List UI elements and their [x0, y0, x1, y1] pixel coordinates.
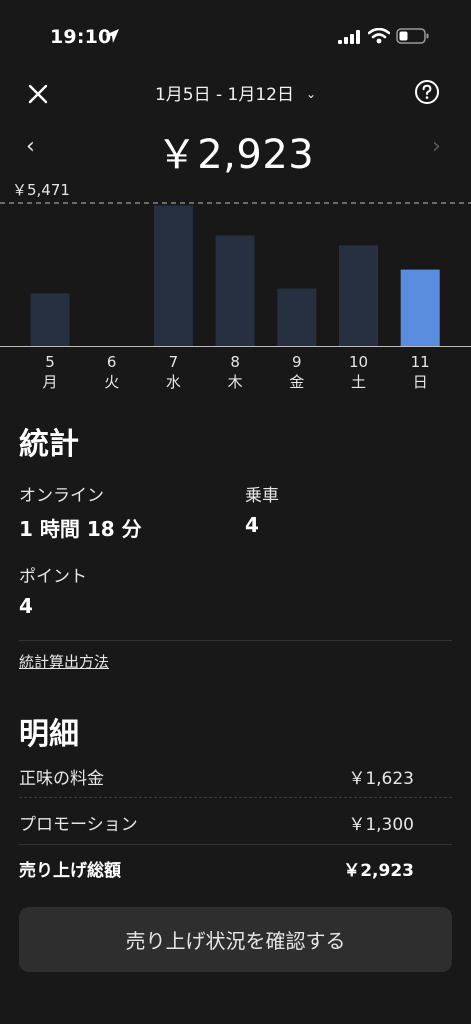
- date-range-selector[interactable]: 1月5日 - 1月12日 ⌄: [0, 80, 471, 105]
- chart-day-label: 10: [349, 353, 368, 371]
- battery-icon: [396, 28, 430, 48]
- chart-bar-9[interactable]: [277, 288, 317, 346]
- chart-bar-8[interactable]: [215, 235, 255, 346]
- chart-bar-10[interactable]: [339, 245, 378, 346]
- chart-weekday-label: 日: [413, 373, 428, 391]
- row-separator: [19, 797, 452, 798]
- rides-label: 乗車: [245, 486, 279, 506]
- view-earnings-button[interactable]: 売り上げ状況を確認する: [19, 907, 452, 972]
- online-value: 1 時間 18 分: [19, 517, 142, 541]
- status-time: 19:10: [50, 26, 112, 48]
- total-separator: [19, 844, 452, 845]
- online-label: オンライン: [19, 486, 104, 506]
- chart-day-label: 9: [292, 353, 302, 371]
- chart-day-label: 5: [45, 353, 55, 371]
- gross-total-label: 売り上げ総額: [19, 861, 121, 881]
- chart-weekday-label: 金: [289, 373, 304, 391]
- points-label: ポイント: [19, 567, 87, 587]
- stats-title: 統計: [19, 427, 79, 462]
- chart-weekday-label: 火: [104, 373, 119, 391]
- chart-weekday-label: 木: [228, 373, 243, 391]
- chart-weekday-label: 月: [42, 373, 57, 391]
- header: 1月5日 - 1月12日 ⌄: [0, 70, 471, 120]
- chart-day-label: 11: [411, 353, 430, 371]
- net-fare-value: ￥1,623: [348, 769, 414, 789]
- chart-day-label: 7: [169, 353, 179, 371]
- next-week-button[interactable]: ›: [432, 134, 441, 159]
- earnings-chart: ￥5,471 5 月 6 火 7 水 8 木 9 金 10 土 11 日: [0, 176, 471, 396]
- stats-divider: [19, 640, 452, 641]
- chart-day-label: 6: [107, 353, 117, 371]
- gross-total-value: ￥2,923: [343, 861, 414, 881]
- net-fare-label: 正味の料金: [19, 769, 104, 789]
- location-arrow-icon: [104, 28, 120, 48]
- promotion-label: プロモーション: [19, 815, 138, 835]
- breakdown-title: 明細: [19, 717, 79, 752]
- help-icon: [415, 80, 439, 104]
- chart-day-label: 8: [230, 353, 240, 371]
- chart-bar-5[interactable]: [30, 293, 70, 346]
- bar-chart: 5 月 6 火 7 水 8 木 9 金 10 土 11 日: [0, 202, 471, 391]
- rides-value: 4: [245, 513, 259, 537]
- amount-row: ‹ ￥2,923 ›: [0, 120, 471, 178]
- promotion-value: ￥1,300: [348, 815, 414, 835]
- chart-weekday-label: 土: [351, 373, 366, 391]
- points-value: 4: [19, 594, 33, 618]
- wifi-icon: [367, 27, 391, 48]
- total-earnings: ￥2,923: [156, 132, 315, 178]
- date-range-label: 1月5日 - 1月12日: [154, 85, 294, 105]
- stats-method-link[interactable]: 統計算出方法: [19, 651, 109, 672]
- help-button[interactable]: [414, 79, 440, 105]
- status-bar: 19:10: [0, 0, 471, 70]
- chevron-down-icon: ⌄: [305, 87, 317, 101]
- chart-weekday-label: 水: [166, 373, 181, 391]
- cellular-signal-icon: [338, 29, 362, 48]
- chart-bar-11[interactable]: [400, 269, 440, 346]
- chart-bar-7[interactable]: [153, 205, 193, 346]
